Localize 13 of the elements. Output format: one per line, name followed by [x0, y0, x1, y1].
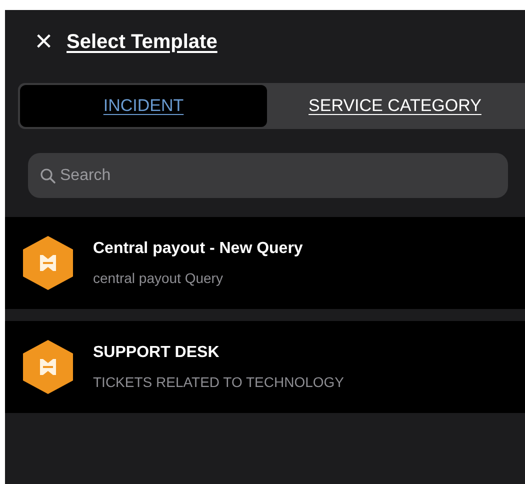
template-item[interactable]: SUPPORT DESK TICKETS RELATED TO TECHNOLOGY [5, 321, 525, 413]
template-title: Central payout - New Query [93, 240, 303, 258]
template-subtitle: TICKETS RELATED TO TECHNOLOGY [93, 374, 344, 390]
template-icon [21, 339, 75, 395]
template-icon [21, 235, 75, 291]
close-button[interactable]: × [35, 27, 53, 57]
template-subtitle: central payout Query [93, 270, 224, 286]
search-field[interactable]: Search [28, 153, 508, 198]
screen-title: Select Template [66, 30, 218, 54]
tab[interactable]: INCIDENT [20, 85, 267, 127]
template-title: SUPPORT DESK [93, 344, 220, 362]
tab[interactable]: SERVICE CATEGORY [267, 85, 523, 127]
template-item[interactable]: Central payout - New Query central payout Query [5, 217, 525, 309]
